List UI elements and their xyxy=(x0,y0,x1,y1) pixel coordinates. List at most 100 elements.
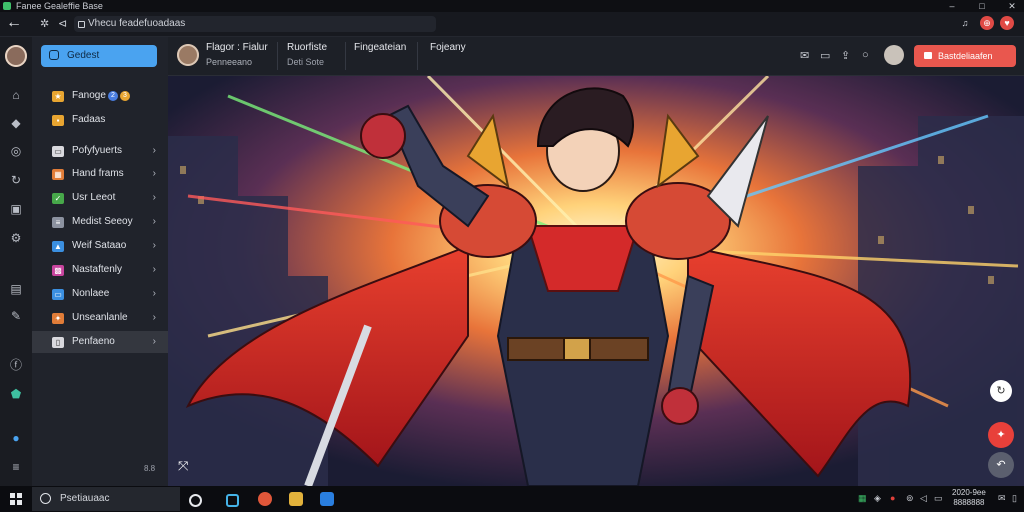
check-icon: ✓ xyxy=(52,193,64,204)
chevron-right-icon: › xyxy=(152,312,156,323)
chevron-right-icon: › xyxy=(152,288,156,299)
user-icon[interactable]: ♫ xyxy=(958,16,972,30)
sidebar-item-weif-sataao[interactable]: ▲ Weif Sataao › xyxy=(32,235,168,257)
chevron-right-icon: › xyxy=(152,145,156,156)
chevron-right-icon: › xyxy=(152,240,156,251)
chat-icon[interactable]: ✉ xyxy=(998,493,1006,504)
mail-icon[interactable] xyxy=(320,492,334,506)
maximize-button[interactable]: □ xyxy=(970,0,994,12)
bolt-icon: ✦ xyxy=(52,313,64,324)
chevron-right-icon: › xyxy=(152,264,156,275)
image-icon: ▦ xyxy=(52,169,64,180)
sidebar-item-nonlaee[interactable]: ▭ Nonlaee › xyxy=(32,283,168,305)
settings-icon[interactable]: ⚙ xyxy=(9,231,23,245)
facebook-icon[interactable]: ⓕ xyxy=(9,358,23,372)
sidebar-item-usr-leeot[interactable]: ✓ Usr Leeot › xyxy=(32,187,168,209)
notification-icon[interactable]: ⊕ xyxy=(980,16,994,30)
help-icon[interactable]: ● xyxy=(9,431,23,445)
page-icon: ▯ xyxy=(52,337,64,348)
sidebar-item-nastaftenly[interactable]: ▩ Nastaftenly › xyxy=(32,259,168,281)
refresh-icon[interactable]: ↻ xyxy=(9,173,23,187)
sidebar-item-label: Fadaas xyxy=(72,114,106,125)
wifi-icon[interactable]: ⊚ xyxy=(906,493,914,504)
avatar[interactable] xyxy=(5,45,27,67)
window-title: Fanee Gealeffie Base xyxy=(16,1,103,11)
star-icon: ★ xyxy=(52,91,64,102)
grid-icon: ▩ xyxy=(52,265,64,276)
windows-start-icon[interactable] xyxy=(10,493,22,505)
shield-icon[interactable]: ◈ xyxy=(874,493,881,504)
browser-icon[interactable] xyxy=(258,492,272,506)
cta-button-label: Bastdeliaafen xyxy=(938,51,993,61)
sidebar-item-label: Fanoge xyxy=(72,90,106,101)
primary-button[interactable]: Gedest xyxy=(41,45,157,67)
chevron-right-icon: › xyxy=(152,336,156,347)
battery-icon[interactable]: ▭ xyxy=(934,493,943,504)
tab-fojeany[interactable]: Fojeany xyxy=(430,42,466,53)
layers-icon[interactable]: ≡ xyxy=(9,460,23,474)
sidebar-item-fanoge[interactable]: ★ Fanoge 2 3 xyxy=(32,85,168,107)
taskbar: Psetiauaac ▦ ◈ ● ⊚ ◁ ▭ 2020-9ee 8888888 … xyxy=(0,486,1024,512)
tab-ruorfiste[interactable]: Ruorfiste xyxy=(287,42,327,53)
sidebar-item-fadaas[interactable]: ▪ Fadaas xyxy=(32,109,168,131)
rotate-icon[interactable]: ↻ xyxy=(990,380,1012,402)
user-avatar[interactable] xyxy=(177,44,199,66)
shield-icon[interactable]: ⬟ xyxy=(9,387,23,401)
volume-icon[interactable]: ◁ xyxy=(920,493,927,504)
lock-icon xyxy=(78,21,85,28)
sidebar-item-unseanlanle[interactable]: ✦ Unseanlanle › xyxy=(32,307,168,329)
sidebar-item-label: Nonlaee xyxy=(72,288,110,299)
sidebar-item-medist-seeoy[interactable]: ≡ Medist Seeoy › xyxy=(32,211,168,233)
document-icon: ▭ xyxy=(52,146,64,157)
window-icon[interactable]: ▭ xyxy=(820,49,830,62)
search-icon xyxy=(40,493,51,504)
avatar[interactable] xyxy=(884,45,904,65)
edit-icon[interactable]: ✎ xyxy=(9,309,23,323)
artwork-illustration xyxy=(168,76,1024,486)
user-subtitle: Penneeano xyxy=(206,57,253,67)
cta-button[interactable]: Bastdeliaafen xyxy=(914,45,1016,67)
sidebar-item-pofyfyuerts[interactable]: ▭ Pofyfyuerts › xyxy=(32,140,168,162)
sidebar-item-penfaeno[interactable]: ▯ Penfaeno › xyxy=(32,331,168,353)
sidebar-item-label: Weif Sataao xyxy=(72,240,127,251)
back-arrow-icon[interactable]: ← xyxy=(6,14,22,32)
tab-subtitle: Deti Sote xyxy=(287,57,325,67)
home-icon[interactable]: ⌂ xyxy=(9,88,23,102)
tab-fingeateian[interactable]: Fingeateian xyxy=(354,42,406,53)
inbox-icon[interactable]: ▤ xyxy=(9,282,23,296)
expand-icon[interactable]: ⤧ xyxy=(178,458,188,474)
bookmark-icon[interactable]: ⊲ xyxy=(58,17,67,30)
minimize-button[interactable]: – xyxy=(940,0,964,12)
heart-icon[interactable]: ♥ xyxy=(1000,16,1014,30)
compose-icon xyxy=(49,50,59,60)
clock[interactable]: 2020-9ee 8888888 xyxy=(952,488,986,508)
tag-icon[interactable]: ◆ xyxy=(9,116,23,130)
count-badge: 2 xyxy=(108,91,118,101)
camera-icon[interactable]: ▣ xyxy=(9,202,23,216)
share-button-icon[interactable]: ✦ xyxy=(988,422,1014,448)
extension-icon[interactable]: ✲ xyxy=(40,17,49,30)
sidebar: Gedest ★ Fanoge 2 3 ▪ Fadaas ▭ Pofyfyuer… xyxy=(32,37,168,486)
close-button[interactable]: ✕ xyxy=(1000,0,1024,12)
window-icon: ▭ xyxy=(52,289,64,300)
share-icon[interactable]: ⇪ xyxy=(841,49,850,62)
sidebar-item-label: Unseanlanle xyxy=(72,312,128,323)
circle-icon[interactable]: ○ xyxy=(862,49,869,61)
task-view-icon[interactable] xyxy=(189,494,202,507)
chat-icon[interactable]: ✉ xyxy=(800,49,809,62)
alert-icon[interactable]: ● xyxy=(890,493,895,503)
network-icon[interactable]: ▦ xyxy=(858,493,867,504)
address-bar: ← ✲ ⊲ Vhecu feadefuoadaas ♫ ⊕ ♥ xyxy=(0,12,1024,37)
taskbar-search[interactable]: Psetiauaac xyxy=(32,487,180,511)
divider xyxy=(417,42,418,70)
sidebar-item-hand-frams[interactable]: ▦ Hand frams › xyxy=(32,163,168,185)
app-icon[interactable] xyxy=(226,494,239,507)
undo-icon[interactable]: ↶ xyxy=(988,452,1014,478)
sidebar-item-label: Pofyfyuerts xyxy=(72,145,123,156)
folder-icon[interactable] xyxy=(289,492,303,506)
url-field[interactable]: Vhecu feadefuoadaas xyxy=(74,16,436,32)
compass-icon[interactable]: ◎ xyxy=(9,144,23,158)
content-header: Flagor : Fialur Penneeano Ruorfiste Deti… xyxy=(168,37,1024,76)
notification-icon[interactable]: ▯ xyxy=(1012,493,1017,504)
left-rail: ⌂ ◆ ◎ ↻ ▣ ⚙ ▤ ✎ ⓕ ⬟ ● ≡ xyxy=(0,37,32,486)
